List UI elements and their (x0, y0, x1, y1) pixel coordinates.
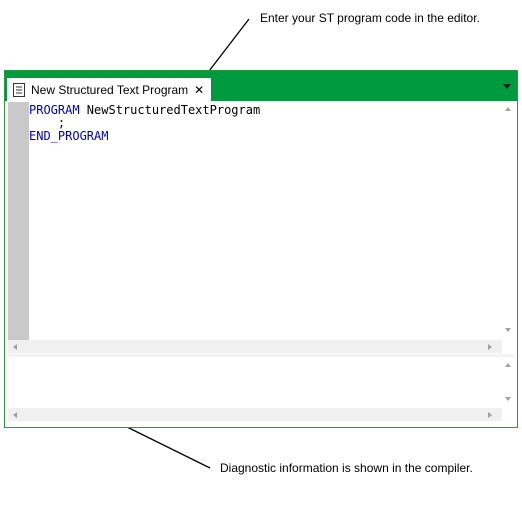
document-icon (12, 82, 26, 97)
callout-editor: Enter your ST program code in the editor… (260, 11, 480, 25)
compiler-diagnostics-pane[interactable] (8, 359, 514, 421)
chevron-down-icon[interactable] (503, 84, 511, 89)
code-text: ; (29, 116, 66, 130)
code-keyword: PROGRAM (29, 103, 80, 117)
callout-compiler: Diagnostic information is shown in the c… (220, 461, 473, 475)
scroll-down-icon[interactable] (505, 397, 511, 401)
st-editor-window: New Structured Text Program ✕ PROGRAM Ne… (4, 70, 518, 428)
tab-label: New Structured Text Program (31, 82, 189, 97)
code-editor[interactable]: PROGRAM NewStructuredTextProgram ; END_PR… (8, 102, 514, 340)
scroll-up-icon[interactable] (505, 107, 511, 111)
close-icon[interactable]: ✕ (194, 83, 204, 97)
scroll-down-icon[interactable] (505, 328, 511, 332)
code-keyword: END_PROGRAM (29, 129, 109, 143)
diag-horizontal-scrollbar[interactable] (8, 408, 502, 421)
editor-horizontal-scrollbar[interactable] (8, 340, 502, 353)
pane-splitter[interactable] (8, 354, 514, 357)
code-line: END_PROGRAM (29, 130, 260, 143)
code-text[interactable]: PROGRAM NewStructuredTextProgram ; END_PR… (29, 104, 260, 143)
editor-gutter (8, 102, 29, 340)
scroll-right-icon[interactable] (488, 412, 492, 418)
scroll-left-icon[interactable] (13, 412, 17, 418)
code-text: NewStructuredTextProgram (79, 103, 261, 117)
tab-new-structured-text-program[interactable]: New Structured Text Program ✕ (7, 78, 211, 101)
scroll-left-icon[interactable] (13, 344, 17, 350)
tab-strip: New Structured Text Program ✕ (5, 71, 517, 101)
diag-vertical-scrollbar[interactable] (502, 359, 514, 408)
editor-vertical-scrollbar[interactable] (502, 102, 514, 340)
scroll-right-icon[interactable] (488, 344, 492, 350)
scroll-up-icon[interactable] (505, 363, 511, 367)
